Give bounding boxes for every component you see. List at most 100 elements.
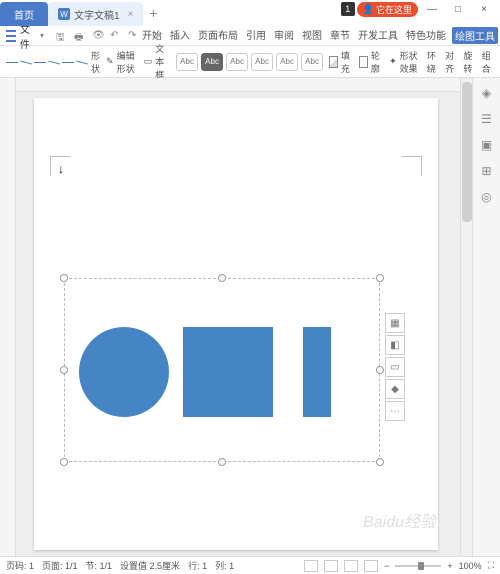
tab-dev[interactable]: 开发工具 xyxy=(356,27,400,44)
shape-circle[interactable] xyxy=(79,327,169,417)
status-col: 列: 1 xyxy=(215,559,234,572)
style-preset-2[interactable]: Abc xyxy=(201,53,223,71)
float-fill-icon[interactable]: ◧ xyxy=(385,335,405,355)
right-sidebar: ◈ ☰ ▣ ⊞ ◎ xyxy=(472,78,500,556)
textbox-label[interactable]: 文本框 xyxy=(155,42,170,81)
resize-handle-s[interactable] xyxy=(218,458,226,466)
resize-handle-ne[interactable] xyxy=(376,274,384,282)
resize-handle-sw[interactable] xyxy=(60,458,68,466)
edit-shape-icon[interactable]: ✎ xyxy=(106,56,114,67)
login-button[interactable]: 👤 它在这里 xyxy=(357,2,418,17)
view-mode-2[interactable] xyxy=(324,560,338,572)
style-preset-5[interactable]: Abc xyxy=(276,53,298,71)
tab-feature[interactable]: 特色功能 xyxy=(404,27,448,44)
style-gallery[interactable]: Abc Abc Abc Abc Abc Abc xyxy=(176,53,323,71)
view-mode-4[interactable] xyxy=(364,560,378,572)
zoom-value[interactable]: 100% xyxy=(459,561,482,571)
status-pages[interactable]: 页面: 1/1 xyxy=(42,559,78,572)
floating-toolbar: ▦ ◧ ▭ ◆ ⋯ xyxy=(385,313,405,421)
outline-icon[interactable] xyxy=(359,56,368,68)
status-section: 节: 1/1 xyxy=(86,559,113,572)
resize-handle-e[interactable] xyxy=(376,366,384,374)
tab-section[interactable]: 章节 xyxy=(328,27,352,44)
outline-label[interactable]: 轮廓 xyxy=(371,49,383,75)
shape-rect[interactable] xyxy=(303,327,331,417)
margin-corner-tr xyxy=(402,156,422,176)
align-label[interactable]: 对齐 xyxy=(445,49,457,75)
save-icon[interactable]: 🖫 xyxy=(56,30,68,42)
resize-handle-n[interactable] xyxy=(218,274,226,282)
fill-label[interactable]: 填充 xyxy=(341,49,353,75)
zoom-in[interactable]: + xyxy=(447,561,452,571)
status-page-no[interactable]: 页码: 1 xyxy=(6,559,34,572)
sidebar-select-icon[interactable]: ▣ xyxy=(478,136,496,154)
float-layout-icon[interactable]: ▦ xyxy=(385,313,405,333)
view-mode-3[interactable] xyxy=(344,560,358,572)
tab-home[interactable]: 首页 xyxy=(0,2,48,26)
tab-review[interactable]: 审阅 xyxy=(272,27,296,44)
tab-layout[interactable]: 页面布局 xyxy=(196,27,240,44)
style-preset-4[interactable]: Abc xyxy=(251,53,273,71)
document-page[interactable]: ↓ ▦ ◧ ▭ ◆ ⋯ xyxy=(34,98,438,550)
shape-square[interactable] xyxy=(183,327,273,417)
vertical-ruler xyxy=(0,78,16,556)
login-label: 它在这里 xyxy=(376,3,412,16)
zoom-slider[interactable] xyxy=(395,565,441,567)
style-preset-3[interactable]: Abc xyxy=(226,53,248,71)
style-preset-1[interactable]: Abc xyxy=(176,53,198,71)
notification-badge[interactable]: 1 xyxy=(341,2,355,16)
textbox-icon[interactable]: ▭ xyxy=(144,56,153,67)
preview-icon[interactable]: 👁 xyxy=(92,30,104,42)
add-tab-button[interactable]: + xyxy=(143,5,163,21)
resize-handle-nw[interactable] xyxy=(60,274,68,282)
window-minimize[interactable]: — xyxy=(420,0,444,18)
shape-selection[interactable]: ▦ ◧ ▭ ◆ ⋯ xyxy=(64,278,380,462)
status-pos: 设置值 2.5厘米 xyxy=(120,559,180,572)
resize-handle-se[interactable] xyxy=(376,458,384,466)
vertical-scrollbar[interactable] xyxy=(460,78,472,556)
shape-effect-label[interactable]: 形状效果 xyxy=(400,49,421,75)
file-menu-arrow-icon: ▾ xyxy=(40,31,44,40)
tab-document-label: 文字文稿1 xyxy=(74,7,120,22)
float-outline-icon[interactable]: ▭ xyxy=(385,357,405,377)
wrap-label[interactable]: 环绕 xyxy=(427,49,439,75)
tab-insert[interactable]: 插入 xyxy=(168,27,192,44)
text-cursor: ↓ xyxy=(58,162,64,176)
fill-icon[interactable] xyxy=(329,56,338,68)
edit-shape-label[interactable]: 编辑形状 xyxy=(117,49,138,75)
tab-home-label: 首页 xyxy=(14,7,34,22)
print-icon[interactable]: 🖶 xyxy=(74,30,86,42)
scrollbar-thumb[interactable] xyxy=(462,82,472,222)
tab-view[interactable]: 视图 xyxy=(300,27,324,44)
undo-icon[interactable]: ↶ xyxy=(110,30,122,42)
doc-icon: W xyxy=(58,8,70,20)
sidebar-nav-icon[interactable]: ☰ xyxy=(478,110,496,128)
shapes-label: 形状 xyxy=(91,49,100,75)
ribbon-tabs: 开始 插入 页面布局 引用 审阅 视图 章节 开发工具 特色功能 绘图工具 xyxy=(140,27,498,44)
float-effect-icon[interactable]: ◆ xyxy=(385,379,405,399)
status-line: 行: 1 xyxy=(188,559,207,572)
zoom-out[interactable]: − xyxy=(384,561,389,571)
tab-document[interactable]: W 文字文稿1 × xyxy=(48,2,143,26)
view-mode-1[interactable] xyxy=(304,560,318,572)
tab-close-icon[interactable]: × xyxy=(128,9,134,20)
fullscreen-icon[interactable]: ⛶ xyxy=(488,560,494,571)
sidebar-limit-icon[interactable]: ⊞ xyxy=(478,162,496,180)
hamburger-icon[interactable] xyxy=(6,30,16,42)
tab-drawing-tools[interactable]: 绘图工具 xyxy=(452,27,498,44)
rotate-label[interactable]: 旋转 xyxy=(463,49,475,75)
float-more-icon[interactable]: ⋯ xyxy=(385,401,405,421)
sidebar-style-icon[interactable]: ◈ xyxy=(478,84,496,102)
sidebar-backup-icon[interactable]: ◎ xyxy=(478,188,496,206)
tab-reference[interactable]: 引用 xyxy=(244,27,268,44)
style-preset-6[interactable]: Abc xyxy=(301,53,323,71)
group-label[interactable]: 组合 xyxy=(482,49,494,75)
line-style-gallery[interactable] xyxy=(6,56,88,68)
resize-handle-w[interactable] xyxy=(60,366,68,374)
horizontal-ruler xyxy=(16,78,460,92)
window-close[interactable]: × xyxy=(472,0,496,18)
redo-icon[interactable]: ↷ xyxy=(128,30,140,42)
window-maximize[interactable]: □ xyxy=(446,0,470,18)
effect-icon[interactable]: ✦ xyxy=(389,56,397,67)
user-icon: 👤 xyxy=(363,4,374,15)
